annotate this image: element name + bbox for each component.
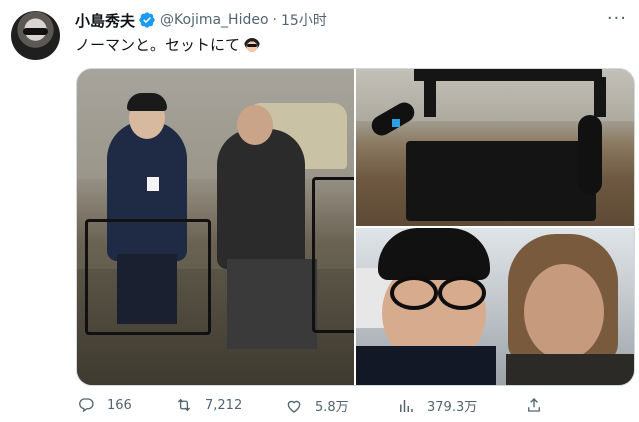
selfie-hair-left <box>378 228 490 280</box>
reply-button[interactable]: 166 <box>77 396 132 414</box>
media-grid <box>76 68 635 386</box>
photo-folding-chair <box>312 177 354 333</box>
photo-person-left-hair <box>127 93 167 111</box>
reply-count: 166 <box>107 397 132 413</box>
tweet-text: ノーマンと。セットにて <box>75 36 241 54</box>
reply-icon <box>79 398 94 413</box>
author-name[interactable]: 小島秀夫 <box>75 10 135 31</box>
photo-selfie[interactable] <box>356 228 634 385</box>
share-icon <box>528 398 540 412</box>
like-button[interactable]: 5.8万 <box>285 396 349 415</box>
header-separator: · <box>272 12 277 28</box>
chair-frame-left <box>424 77 436 117</box>
selfie-jacket-left <box>356 346 496 385</box>
analytics-icon <box>400 399 413 412</box>
chair-frame-right <box>594 77 606 117</box>
photo-person-right-body <box>217 129 305 269</box>
selfie-face-right <box>524 264 604 360</box>
chair-blue-tag <box>392 119 400 127</box>
chair-seat <box>406 141 596 221</box>
photo-empty-chair[interactable] <box>356 69 634 226</box>
tweet-header: 小島秀夫 @Kojima_Hideo · 15小时 <box>75 9 327 31</box>
like-count: 5.8万 <box>315 400 349 415</box>
selfie-glasses-left-lens <box>390 276 438 310</box>
views-button[interactable]: 379.3万 <box>397 396 477 415</box>
chair-armrest-right <box>578 115 602 195</box>
selfie-glasses-right-lens <box>438 276 486 310</box>
avatar-glasses-shape <box>23 28 48 35</box>
more-options-icon[interactable]: ··· <box>607 10 627 28</box>
photo-person-right-legs <box>227 259 317 349</box>
tweet-timestamp[interactable]: 15小时 <box>281 10 327 30</box>
author-avatar[interactable] <box>11 11 60 60</box>
photo-folding-chair-left <box>85 219 211 335</box>
photo-cup <box>147 177 159 191</box>
share-button[interactable] <box>525 396 555 414</box>
tweet-actions: 166 7,212 5.8万 379.3万 <box>77 396 557 420</box>
heart-icon <box>287 400 301 413</box>
verified-badge-icon <box>138 11 156 29</box>
selfie-jacket-right <box>506 354 634 385</box>
photo-two-men-seated[interactable] <box>77 69 354 385</box>
photo-person-right-head <box>237 105 273 145</box>
author-handle[interactable]: @Kojima_Hideo <box>160 12 269 28</box>
tweet-body: ノーマンと。セットにて <box>75 34 261 55</box>
retweet-icon <box>177 398 191 412</box>
retweet-count: 7,212 <box>205 397 243 413</box>
glasses-face-emoji-icon <box>244 37 261 54</box>
retweet-button[interactable]: 7,212 <box>175 396 242 414</box>
chair-backrest <box>414 69 602 81</box>
view-count: 379.3万 <box>427 400 478 415</box>
